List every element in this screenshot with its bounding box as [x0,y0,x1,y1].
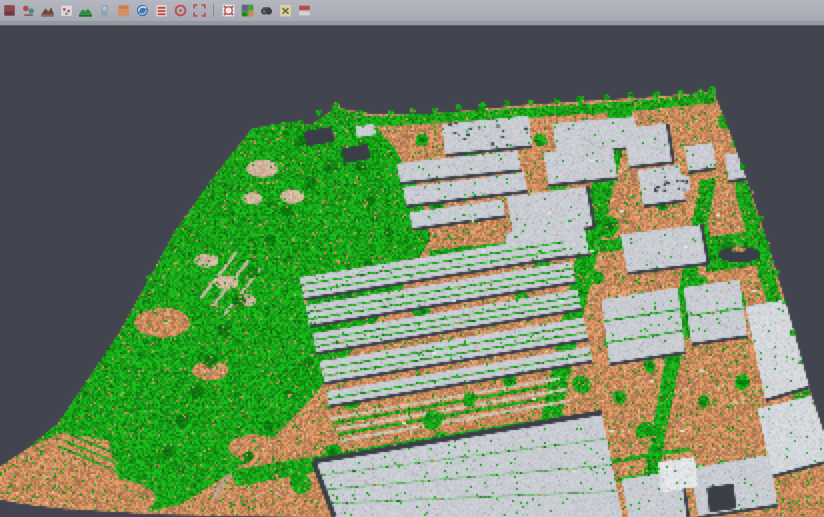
toolbar-separator [211,3,217,18]
orthophoto-icon[interactable] [116,3,131,18]
3d-viewport[interactable] [0,26,824,517]
point-sample-icon[interactable] [59,3,74,18]
pick-point-icon[interactable] [173,3,188,18]
grid-selection-icon[interactable] [221,3,236,18]
layer-list-icon[interactable] [154,3,169,18]
open-cloud-icon[interactable] [2,3,17,18]
classification-view-icon[interactable] [240,3,255,18]
toolbar-icons [2,3,312,18]
vegetation-surface-icon[interactable] [78,3,93,18]
zoom-extent-icon[interactable] [192,3,207,18]
rotate-3d-icon[interactable] [135,3,150,18]
terrain-model-icon[interactable] [40,3,55,18]
point-cloud-canvas[interactable] [0,26,824,517]
profile-view-icon[interactable] [97,3,112,18]
import-points-icon[interactable] [21,3,36,18]
toolbar [0,0,824,21]
annotation-tool-icon[interactable] [278,3,293,18]
application-window [0,0,824,517]
stereo-view-icon[interactable] [259,3,274,18]
measure-tool-icon[interactable] [297,3,312,18]
